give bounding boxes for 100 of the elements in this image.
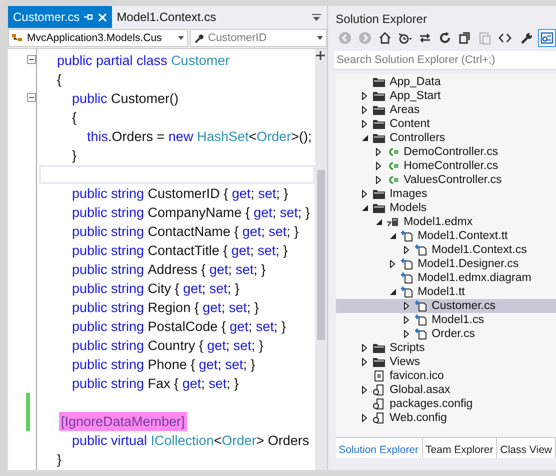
tree-item[interactable]: Scripts	[336, 341, 556, 355]
tree-item[interactable]: packages.config	[336, 397, 556, 411]
type-dropdown[interactable]: MvcApplication3.Models.Cus	[8, 29, 188, 47]
code-token: Phone {	[148, 356, 196, 374]
expand-arrow-icon[interactable]	[362, 92, 368, 100]
caret-icon	[316, 36, 323, 40]
tree-item[interactable]: Content	[336, 117, 556, 131]
code-token: ; }	[227, 280, 240, 298]
code-token: ICollection	[150, 432, 214, 450]
scrollbar[interactable]	[314, 49, 327, 470]
generated-file-icon	[400, 230, 414, 242]
code-token: }	[71, 147, 77, 165]
member-dropdown[interactable]: CustomerID	[190, 29, 327, 47]
collapse-icon[interactable]	[27, 93, 36, 102]
code-token: ContactTitle {	[148, 242, 229, 260]
tree-item[interactable]: ValuesController.cs	[336, 173, 556, 187]
code-token: public string	[71, 223, 146, 241]
code-token: ; }	[276, 185, 288, 203]
code-token: ; }	[243, 356, 256, 374]
code-token: set	[236, 261, 254, 279]
code-token: Address {	[148, 261, 207, 279]
code-token: public string	[71, 337, 146, 355]
tab-menu-icon[interactable]	[312, 14, 321, 20]
tree-item[interactable]: Model1.edmx	[336, 215, 556, 229]
code-token: ;	[221, 299, 226, 317]
tree-item[interactable]: Model1.edmx.diagram	[336, 271, 556, 285]
code-token: public	[71, 90, 108, 108]
code-token: CompanyName {	[148, 204, 251, 222]
preview-icon[interactable]	[538, 29, 556, 47]
expand-arrow-icon[interactable]	[376, 148, 382, 156]
search-field[interactable]: Search Solution Explorer (Ctrl+;)	[334, 51, 556, 70]
expand-arrow-icon[interactable]	[390, 260, 396, 268]
code-token: HashSet	[196, 128, 249, 146]
folder-icon	[372, 90, 386, 102]
tree-item[interactable]: App_Data	[336, 75, 556, 89]
collapse-arrow-icon[interactable]	[390, 233, 396, 239]
expand-arrow-icon[interactable]	[376, 162, 382, 170]
code-token: get	[231, 242, 250, 260]
code-token: set	[268, 223, 287, 241]
panel-title: Solution Explorer	[336, 11, 428, 28]
panel-tab[interactable]: Team Explorer	[422, 438, 498, 458]
tree-item[interactable]: Order.cs	[336, 327, 556, 341]
expand-arrow-icon[interactable]	[362, 414, 368, 422]
expand-arrow-icon[interactable]	[362, 120, 368, 128]
expand-arrow-icon[interactable]	[404, 316, 410, 324]
expand-arrow-icon[interactable]	[376, 176, 382, 184]
tree-item[interactable]: Views	[336, 355, 556, 369]
code-token: get	[202, 299, 222, 317]
expand-arrow-icon[interactable]	[404, 302, 410, 310]
code-token: get	[183, 280, 202, 298]
tree-item[interactable]: Controllers	[336, 131, 556, 145]
code-token: public string	[71, 299, 146, 317]
tree-item[interactable]: Global.asax	[336, 383, 556, 397]
panel-tab[interactable]: Class View	[497, 438, 556, 458]
split-handle-icon[interactable]	[316, 51, 326, 60]
file-tab[interactable]: Model1.Context.cs	[112, 6, 222, 28]
collapse-arrow-icon[interactable]	[376, 219, 382, 225]
code-token: ; }	[276, 242, 288, 260]
code-token: get	[207, 337, 226, 355]
collapse-arrow-icon[interactable]	[390, 289, 396, 295]
collapse-arrow-icon[interactable]	[362, 135, 368, 141]
expand-arrow-icon[interactable]	[362, 344, 368, 352]
code-token: {	[71, 109, 77, 127]
expand-arrow-icon[interactable]	[362, 358, 368, 366]
code-token: {	[57, 71, 62, 89]
tree-item[interactable]: HomeController.cs	[336, 159, 556, 173]
tree-item[interactable]: Web.config	[336, 411, 556, 425]
expand-arrow-icon[interactable]	[362, 190, 368, 198]
expand-arrow-icon[interactable]	[362, 106, 368, 114]
collapse-arrow-icon[interactable]	[362, 205, 368, 211]
tree-item[interactable]: Model1.Designer.cs	[336, 257, 556, 271]
expand-arrow-icon[interactable]	[404, 246, 410, 254]
scrollbar-thumb[interactable]	[316, 170, 325, 340]
code-token: set	[256, 318, 274, 336]
tree-item[interactable]: Model1.cs	[336, 313, 556, 327]
tree-item[interactable]: App_Start	[336, 89, 556, 103]
tree-item[interactable]: Model1.Context.tt	[336, 229, 556, 243]
tree-item[interactable]: Model1.Context.cs	[336, 243, 556, 257]
tree-item[interactable]: DemoController.cs	[336, 145, 556, 159]
tree-item[interactable]: Models	[336, 201, 556, 215]
code-token: set	[225, 356, 244, 374]
code-token: Order	[222, 432, 256, 450]
file-tab[interactable]: Customer.cs	[8, 6, 112, 28]
panel-tab[interactable]: Solution Explorer	[336, 438, 423, 458]
tree-item[interactable]: Model1.tt	[336, 285, 556, 299]
expand-arrow-icon[interactable]	[404, 330, 410, 338]
close-icon[interactable]	[98, 12, 107, 22]
generated-file-icon	[414, 314, 428, 326]
tree-item[interactable]: Images	[336, 187, 556, 201]
code-token: public string	[71, 261, 146, 279]
code-token: get	[209, 261, 228, 279]
collapse-icon[interactable]	[27, 55, 36, 64]
tree-item[interactable]: favicon.ico	[336, 369, 556, 383]
expand-arrow-icon[interactable]	[362, 386, 368, 394]
code-token: >();	[291, 128, 312, 146]
folder-icon	[372, 76, 386, 88]
tree-item[interactable]: Areas	[336, 103, 556, 117]
tree-item[interactable]: Customer.cs	[336, 299, 556, 313]
pin-icon[interactable]	[84, 13, 94, 21]
code-token: Country {	[148, 337, 204, 355]
